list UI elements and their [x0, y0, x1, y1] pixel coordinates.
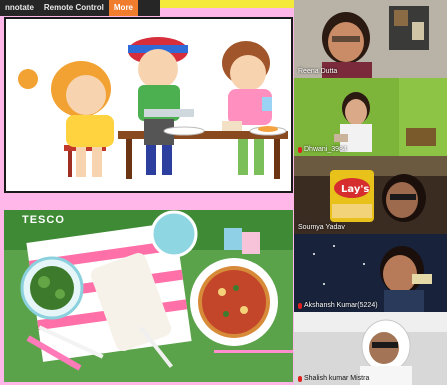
svg-text:Lay's: Lay's [341, 184, 369, 195]
participant-tile[interactable]: Akshansh Kumar(5224) [294, 234, 447, 312]
more-button[interactable]: More [108, 0, 139, 16]
muted-mic-icon [298, 302, 302, 309]
participant-tile[interactable]: Reena Dutta [294, 0, 447, 78]
participant-gallery: Reena Dutta Dhwani_3984 Lay's Soumya Yad… [294, 0, 447, 385]
muted-mic-icon [298, 146, 302, 153]
participant-name: Shalish kumar Mistra [298, 375, 369, 382]
participant-tile[interactable]: Dhwani_3984 [294, 78, 447, 156]
participant-tile[interactable]: Shalish kumar Mistra [294, 312, 447, 385]
remote-control-button[interactable]: Remote Control [39, 0, 109, 16]
participant-video [294, 234, 447, 312]
participant-name: Soumya Yadav [298, 224, 345, 231]
participant-name: Dhwani_3984 [298, 146, 347, 153]
tesco-logo: TESCO [22, 214, 65, 226]
participant-name: Reena Dutta [298, 68, 338, 75]
slide-image-picnic-food: TESCO [4, 210, 293, 382]
participant-name: Akshansh Kumar(5224) [298, 302, 378, 309]
participant-tile[interactable]: Lay's Soumya Yadav [294, 156, 447, 234]
participant-video [294, 78, 447, 156]
picnic-food-photo [4, 210, 293, 382]
muted-mic-icon [298, 375, 302, 382]
participant-video: Lay's [294, 156, 447, 234]
slide-image-kids-eating [4, 17, 293, 193]
kids-eating-illustration [6, 19, 291, 191]
slide-header-band [160, 0, 294, 8]
participant-video [294, 0, 447, 78]
annotate-button[interactable]: nnotate [0, 0, 39, 16]
screen-share-toolbar: nnotate Remote Control More [0, 0, 160, 16]
